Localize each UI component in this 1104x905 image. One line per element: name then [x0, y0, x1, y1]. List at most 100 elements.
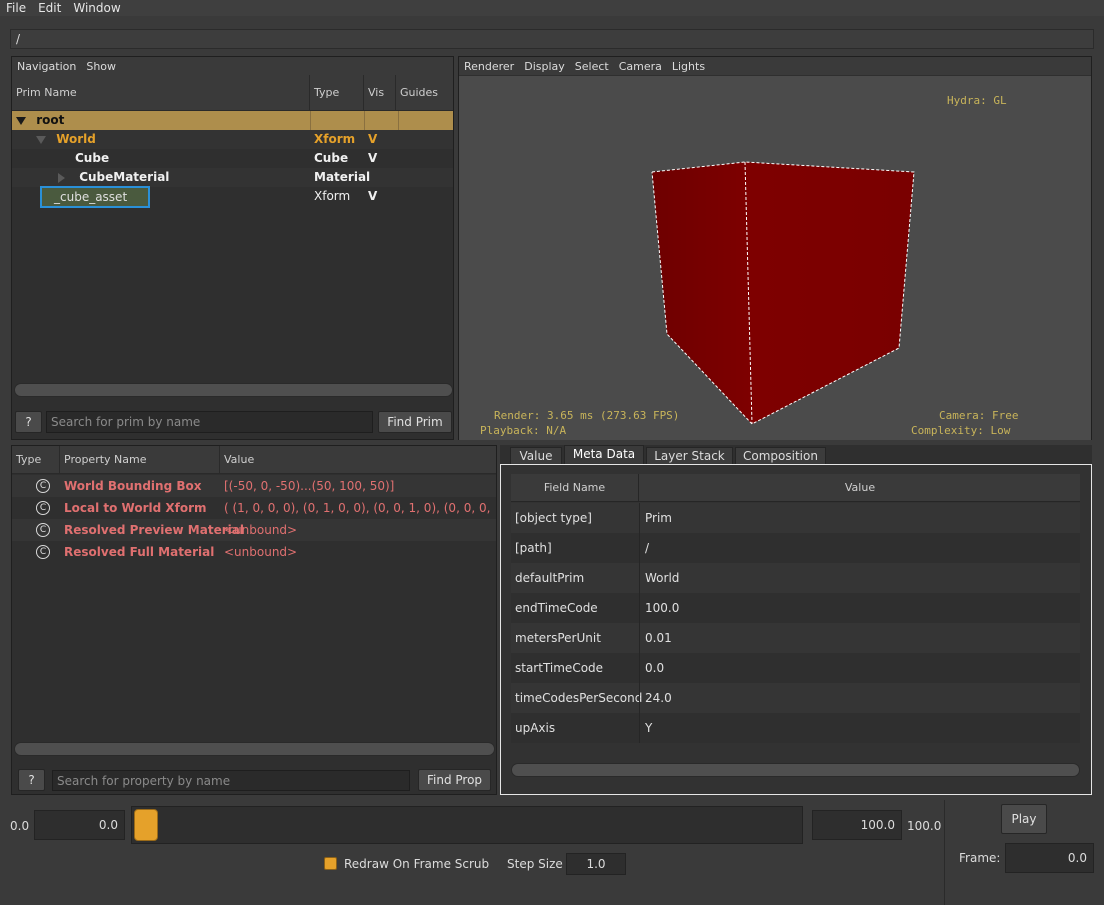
render-stats: Render: 3.65 ms (273.63 FPS) [494, 409, 680, 422]
menu-navigation[interactable]: Navigation [12, 60, 81, 73]
meta-value: Y [645, 721, 653, 735]
tree-row-cube-asset[interactable]: _cube_asset Xform V [12, 186, 453, 208]
3d-viewport[interactable]: Hydra: GL Render: 3.65 ms (273.63 FPS) P… [459, 76, 1091, 440]
property-name: Resolved Full Material [64, 545, 215, 559]
property-search-input[interactable]: Search for property by name [52, 770, 410, 791]
redraw-label: Redraw On Frame Scrub [344, 857, 490, 871]
find-prop-button[interactable]: Find Prop [418, 769, 491, 791]
meta-value: World [645, 571, 680, 585]
property-row[interactable]: C Resolved Full Material <unbound> [12, 541, 496, 563]
find-prim-button[interactable]: Find Prim [378, 411, 452, 433]
tab-layer-stack[interactable]: Layer Stack [646, 447, 733, 465]
camera-status: Camera: Free [939, 409, 1019, 422]
menu-file[interactable]: File [0, 1, 32, 15]
menu-window[interactable]: Window [67, 1, 126, 15]
meta-field: endTimeCode [515, 601, 598, 615]
computed-icon: C [36, 479, 50, 493]
meta-row[interactable]: endTimeCode 100.0 [511, 593, 1080, 623]
col-prop-value[interactable]: Value [220, 446, 494, 473]
tree-header: Prim Name Type Vis Guides [12, 75, 453, 111]
tree-row-world[interactable]: World Xform V [12, 130, 453, 149]
menubar: File Edit Window [0, 0, 1104, 16]
meta-row[interactable]: timeCodesPerSecond 24.0 [511, 683, 1080, 713]
prim-vis[interactable]: V [368, 130, 398, 149]
step-size-field[interactable]: 1.0 [566, 853, 626, 875]
meta-data-table: Field Name Value [object type] Prim [pat… [500, 464, 1092, 795]
step-size-label: Step Size [507, 857, 563, 871]
tree-row-cube[interactable]: Cube Cube V [12, 149, 453, 168]
menu-show[interactable]: Show [81, 60, 121, 73]
prim-name-edit[interactable]: _cube_asset [54, 188, 127, 206]
prim-search-input[interactable]: Search for prim by name [46, 411, 373, 433]
meta-field: [path] [515, 541, 552, 555]
property-horizontal-scrollbar[interactable] [14, 742, 495, 756]
prim-name: CubeMaterial [79, 170, 170, 184]
tree-row-cubematerial[interactable]: CubeMaterial Material [12, 168, 453, 187]
col-guides[interactable]: Guides [396, 75, 451, 110]
tab-value[interactable]: Value [510, 447, 562, 465]
meta-row[interactable]: [path] / [511, 533, 1080, 563]
prim-name: World [56, 132, 96, 146]
tree-menubar: Navigation Show [12, 57, 453, 75]
prim-help-button[interactable]: ? [15, 411, 42, 433]
menu-select[interactable]: Select [570, 60, 614, 73]
meta-field: upAxis [515, 721, 556, 735]
meta-row[interactable]: metersPerUnit 0.01 [511, 623, 1080, 653]
tab-meta-data[interactable]: Meta Data [564, 445, 644, 465]
tree-horizontal-scrollbar[interactable] [14, 383, 453, 397]
col-vis[interactable]: Vis [364, 75, 396, 110]
tab-composition[interactable]: Composition [735, 447, 826, 465]
menu-lights[interactable]: Lights [667, 60, 710, 73]
meta-row[interactable]: upAxis Y [511, 713, 1080, 743]
property-header: Type Property Name Value [12, 446, 496, 474]
prim-type: Cube [314, 151, 349, 165]
property-row[interactable]: C World Bounding Box [(-50, 0, -50)...(5… [12, 475, 496, 497]
expand-down-icon[interactable] [16, 116, 26, 125]
col-prop-type[interactable]: Type [12, 446, 60, 473]
play-button[interactable]: Play [1001, 804, 1047, 834]
menu-display[interactable]: Display [519, 60, 570, 73]
col-field-name[interactable]: Field Name [511, 474, 639, 502]
meta-field: defaultPrim [515, 571, 585, 585]
start-time-label: 0.0 [10, 819, 30, 833]
prim-vis[interactable]: V [368, 187, 398, 206]
property-help-button[interactable]: ? [18, 769, 45, 791]
prim-path-field[interactable]: / [10, 29, 1094, 49]
meta-field: timeCodesPerSecond [515, 691, 643, 705]
start-time-field[interactable]: 0.0 [34, 810, 125, 840]
cube-left-face [652, 162, 752, 424]
menu-camera[interactable]: Camera [614, 60, 667, 73]
property-value: [(-50, 0, -50)...(50, 100, 50)] [224, 479, 395, 493]
property-row[interactable]: C Local to World Xform ( (1, 0, 0, 0), (… [12, 497, 496, 537]
col-type[interactable]: Type [310, 75, 364, 110]
complexity-status: Complexity: Low [911, 424, 1011, 437]
meta-row[interactable]: startTimeCode 0.0 [511, 653, 1080, 683]
prim-vis[interactable]: V [368, 149, 398, 168]
rename-editor[interactable]: _cube_asset [40, 186, 150, 208]
frame-slider-handle[interactable] [134, 809, 158, 841]
menu-renderer[interactable]: Renderer [459, 60, 519, 73]
meta-field: startTimeCode [515, 661, 604, 675]
end-time-label: 100.0 [907, 819, 942, 833]
cube-render [651, 161, 915, 425]
col-prop-name[interactable]: Property Name [60, 446, 220, 473]
end-time-field[interactable]: 100.0 [812, 810, 902, 840]
computed-icon: C [36, 523, 50, 537]
redraw-checkbox[interactable] [324, 857, 337, 870]
col-prim-name[interactable]: Prim Name [12, 75, 310, 110]
property-row[interactable]: C Resolved Preview Material <unbound> [12, 519, 496, 541]
expand-down-icon[interactable] [36, 135, 46, 144]
frame-slider[interactable] [131, 806, 803, 844]
meta-row[interactable]: [object type] Prim [511, 503, 1080, 533]
tree-row-root[interactable]: root [12, 111, 453, 130]
meta-value: 100.0 [645, 601, 680, 615]
expand-right-icon[interactable] [58, 172, 65, 183]
meta-row[interactable]: defaultPrim World [511, 563, 1080, 593]
meta-header: Field Name Value [511, 474, 1080, 502]
col-field-value[interactable]: Value [640, 474, 1080, 502]
renderer-label: Hydra: GL [947, 94, 1007, 107]
meta-horizontal-scrollbar[interactable] [511, 763, 1080, 777]
frame-field[interactable]: 0.0 [1005, 843, 1094, 873]
menu-edit[interactable]: Edit [32, 1, 67, 15]
property-value: <unbound> [224, 545, 298, 559]
